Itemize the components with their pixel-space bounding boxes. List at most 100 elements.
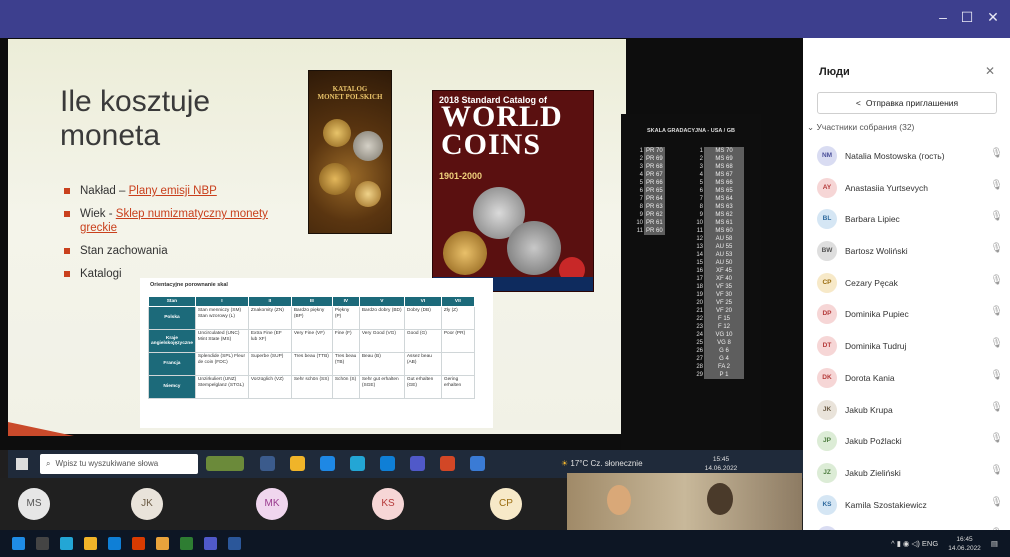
book-years: 1901-2000 — [439, 171, 483, 181]
participant-bubble[interactable]: JK — [131, 488, 163, 520]
word-icon[interactable] — [228, 537, 241, 550]
weather-text[interactable]: 17°C Cz. słonecznie — [570, 459, 642, 468]
avatar: AY — [817, 177, 837, 198]
book-cover-world-coins: 2018 Standard Catalog of WORLD COINS 1901… — [432, 90, 594, 292]
table-cell: Extra Fine (EF lub XF) — [247, 329, 292, 353]
grade-cell: 8 PR 63 — [639, 203, 665, 211]
table-cell: Sehr schön (SS) — [290, 375, 333, 399]
grade-cell: 6 MS 65 — [693, 187, 744, 195]
file-explorer-icon[interactable] — [290, 456, 305, 471]
tray-icons[interactable]: ^ ▮ ◉ ◁) — [891, 539, 922, 548]
table-cell: Stan menniczy (SM) Stan wzorowy (L) — [194, 306, 249, 330]
table-cell: Gering erhalten — [440, 375, 475, 399]
firefox-icon[interactable] — [156, 537, 169, 550]
bullet-text: Wiek - — [80, 208, 116, 220]
participant-row[interactable]: JP Jakub Poźlacki 🎙 — [817, 427, 1003, 459]
table-cell: Vorzüglich (VZ) — [247, 375, 292, 399]
table-cell — [440, 352, 475, 376]
bullet-item: Wiek - Sklep numizmatyczny monety grecki… — [64, 207, 300, 235]
grade-cell: 8 MS 63 — [693, 203, 744, 211]
store-icon[interactable] — [108, 537, 121, 550]
grade-cell: 6 PR 65 — [639, 187, 665, 195]
file-explorer-icon[interactable] — [84, 537, 97, 550]
participant-row[interactable]: DT Dominika Tudruj 🎙 — [817, 332, 1003, 364]
bullet-text: Stan zachowania — [80, 245, 168, 257]
news-widget-icon[interactable] — [206, 456, 244, 471]
table-row: Polska Stan menniczy (SM) Stan wzorowy (L… — [148, 306, 475, 330]
mic-off-icon: 🎙 — [990, 464, 1003, 476]
grade-cell: 15 AU 50 — [693, 259, 744, 267]
photos-icon[interactable] — [470, 456, 485, 471]
weather-icon: ☀ — [561, 459, 571, 468]
participant-row[interactable]: AY Anastasiia Yurtsevych 🎙 — [817, 174, 1003, 206]
grade-cell: 24 VG 10 — [693, 331, 744, 339]
windows-start-icon[interactable] — [16, 458, 28, 470]
participant-row[interactable]: DP Dominika Pupiec 🎙 — [817, 300, 1003, 332]
teams-icon[interactable] — [204, 537, 217, 550]
search-icon: ⌕ — [46, 459, 51, 468]
section-label: Участники собрания (32) — [816, 122, 915, 132]
grade-cell: 12 AU 58 — [693, 235, 744, 243]
tray-time: 16:45 — [956, 536, 973, 544]
table-cell: Very Fine (VF) — [290, 329, 333, 353]
maximize-button[interactable]: ☐ — [956, 9, 978, 26]
browser-icon[interactable] — [320, 456, 335, 471]
teams-icon[interactable] — [410, 456, 425, 471]
language-indicator[interactable]: ENG — [922, 539, 938, 548]
store-icon[interactable] — [380, 456, 395, 471]
slide-title: Ile kosztuje moneta — [60, 85, 211, 152]
participant-row[interactable]: BW Bartosz Woliński 🎙 — [817, 237, 1003, 269]
powerpoint-icon[interactable] — [440, 456, 455, 471]
table-row: Francja Splendide (SPL) Fleur de coin (FD… — [148, 352, 475, 376]
task-view-icon[interactable] — [36, 537, 49, 550]
mic-off-icon: 🎙 — [990, 496, 1003, 508]
minimize-button[interactable]: – — [932, 9, 954, 25]
participant-bubble[interactable]: CP — [490, 488, 522, 520]
participants-section-header[interactable]: ⌄ Участники собрания (32) — [807, 122, 914, 133]
table-header: I — [194, 296, 249, 307]
bullet-item: Stan zachowania — [64, 244, 300, 258]
grade-comparison-table: Orientacyjne porownanie skal Stan I II I… — [140, 278, 493, 428]
participant-name: Natalia Mostowska (гость) — [845, 151, 945, 161]
edge-icon[interactable] — [350, 456, 365, 471]
opera-icon[interactable] — [132, 537, 145, 550]
mic-off-icon: 🎙 — [990, 306, 1003, 318]
avatar: BL — [817, 209, 837, 230]
row-header: Kraje angielskojęzyczne — [148, 329, 196, 353]
table-cell: Assez beau (AB) — [403, 352, 442, 376]
participant-row[interactable]: CP Cezary Pęcak 🎙 — [817, 269, 1003, 301]
participant-row[interactable]: JZ Jakub Zieliński 🎙 — [817, 459, 1003, 491]
grade-cell: 2 PR 69 — [639, 155, 665, 163]
notification-icon[interactable]: ▤ — [991, 539, 998, 548]
windows-start-icon[interactable] — [12, 537, 25, 550]
grade-cell: 5 MS 66 — [693, 179, 744, 187]
edge-icon[interactable] — [60, 537, 73, 550]
participant-bubble[interactable]: MK — [256, 488, 288, 520]
close-button[interactable]: ✕ — [982, 9, 1004, 26]
table-cell: Zły (Z) — [440, 306, 475, 330]
participant-bubble[interactable]: KS — [372, 488, 404, 520]
participant-row[interactable]: NM Natalia Mostowska (гость) 🎙 — [817, 142, 1003, 174]
avatar: JK — [817, 399, 837, 420]
participant-row[interactable]: DK Dorota Kania 🎙 — [817, 364, 1003, 396]
avatar: KS — [817, 494, 837, 515]
coin-image — [355, 181, 381, 207]
mic-off-icon: 🎙 — [990, 211, 1003, 223]
task-view-icon[interactable] — [260, 456, 275, 471]
participant-row[interactable]: JK Jakub Krupa 🎙 — [817, 396, 1003, 428]
participant-row[interactable]: KS Kamila Szostakiewicz 🎙 — [817, 491, 1003, 523]
taskbar-search-box[interactable]: ⌕ Wpisz tu wyszukiwane słowa — [40, 454, 198, 474]
send-invite-button[interactable]: < Отправка приглашения — [817, 92, 997, 114]
mic-off-icon: 🎙 — [990, 148, 1003, 159]
chrome-icon[interactable] — [180, 537, 193, 550]
table-cell: Fine (F) — [331, 329, 360, 353]
bullet-link-nbp[interactable]: Plany emisji NBP — [129, 185, 217, 197]
participant-name: Dominika Pupiec — [845, 309, 909, 320]
grade-cell: 14 AU 53 — [693, 251, 744, 259]
camera-video-feed[interactable] — [567, 473, 802, 535]
participant-row[interactable]: BL Barbara Lipiec 🎙 — [817, 205, 1003, 237]
close-panel-icon[interactable]: ✕ — [985, 64, 995, 78]
participant-name: Cezary Pęcak — [845, 277, 898, 288]
grade-cell: 29 P 1 — [693, 371, 744, 379]
participant-bubble[interactable]: MS — [18, 488, 50, 520]
